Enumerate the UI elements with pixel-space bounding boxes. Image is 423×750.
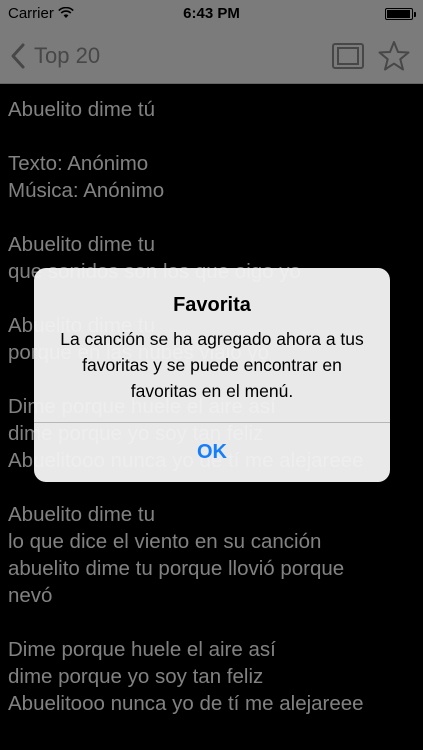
favorite-alert: Favorita La canción se ha agregado ahora… [34, 268, 390, 482]
alert-ok-button[interactable]: OK [34, 423, 390, 482]
alert-title: Favorita [173, 294, 251, 316]
lyrics-screen: Abuelito dime tú Texto: Anónimo Música: An… [0, 0, 423, 750]
alert-message: La canción se ha agregado ahora a tus fa… [60, 329, 364, 401]
